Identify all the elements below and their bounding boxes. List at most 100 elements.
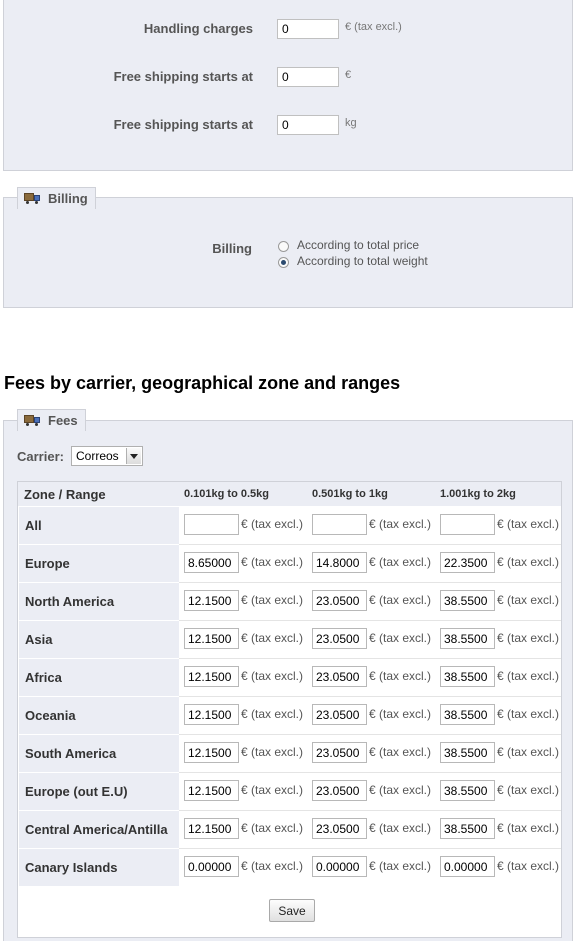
fee-input[interactable] [184,628,239,649]
fee-input[interactable] [440,590,495,611]
fee-input[interactable] [440,628,495,649]
fee-unit: € (tax excl.) [497,783,560,797]
fee-input[interactable] [184,742,239,763]
fee-unit: € (tax excl.) [241,821,304,835]
carrier-label: Carrier: [17,449,64,464]
fee-input[interactable] [440,856,495,877]
fee-input[interactable] [184,856,239,877]
zone-cell: Canary Islands [19,848,179,886]
zone-cell: Africa [19,658,179,696]
handling-charges-label: Handling charges [143,21,253,36]
fees-table: Zone / Range 0.101kg to 0.5kg 0.501kg to… [17,481,562,938]
zone-name: Europe [25,556,70,571]
save-button[interactable]: Save [269,899,315,922]
zone-name: Africa [25,670,62,685]
zone-name: Oceania [25,708,76,723]
billing-option-price-label[interactable]: According to total price [297,238,419,252]
zone-cell: South America [19,734,179,772]
fee-input[interactable] [184,704,239,725]
fee-unit: € (tax excl.) [241,669,304,683]
row-divider [179,734,561,735]
fee-input[interactable] [184,780,239,801]
fee-unit: € (tax excl.) [369,669,432,683]
fee-input[interactable] [440,666,495,687]
free-shipping-price-unit: € [345,69,352,81]
fees-section-title: Fees by carrier, geographical zone and r… [4,373,401,393]
chevron-down-icon[interactable] [126,448,141,464]
fee-input[interactable] [440,552,495,573]
billing-option-weight-radio[interactable] [278,257,289,268]
carrier-select-value: Correos [76,449,119,463]
fee-input[interactable] [312,666,367,687]
fee-input[interactable] [440,514,495,535]
fee-input[interactable] [312,704,367,725]
fee-unit: € (tax excl.) [241,783,304,797]
fee-unit: € (tax excl.) [497,669,560,683]
fee-unit: € (tax excl.) [241,631,304,645]
row-divider [179,848,561,849]
billing-legend: Billing [17,187,96,209]
free-shipping-price-input[interactable] [277,67,339,87]
free-shipping-weight-input[interactable] [277,115,339,135]
row-divider [179,772,561,773]
header-range: 1.001kg to 2kg [440,488,516,500]
fee-unit: € (tax excl.) [241,555,304,569]
row-divider [179,696,561,697]
fee-input[interactable] [312,552,367,573]
fee-input[interactable] [312,818,367,839]
handling-charges-unit: € (tax excl.) [345,21,402,33]
billing-label: Billing [212,241,252,256]
row-divider [179,582,561,583]
fee-unit: € (tax excl.) [369,517,432,531]
truck-icon [24,193,40,205]
fee-unit: € (tax excl.) [241,745,304,759]
free-shipping-price-label: Free shipping starts at [113,69,253,84]
fee-unit: € (tax excl.) [241,707,304,721]
fee-input[interactable] [312,856,367,877]
fees-legend-label: Fees [48,413,78,428]
row-divider [179,620,561,621]
fee-unit: € (tax excl.) [241,517,304,531]
billing-option-weight-label[interactable]: According to total weight [297,254,428,268]
fee-input[interactable] [184,590,239,611]
billing-panel [3,197,573,308]
fee-unit: € (tax excl.) [241,593,304,607]
zone-cell: Oceania [19,696,179,734]
free-shipping-weight-label: Free shipping starts at [113,117,253,132]
fee-unit: € (tax excl.) [497,517,560,531]
header-range: 0.501kg to 1kg [312,488,388,500]
fee-unit: € (tax excl.) [241,859,304,873]
fee-input[interactable] [312,742,367,763]
fee-unit: € (tax excl.) [369,593,432,607]
fee-input[interactable] [184,666,239,687]
zone-name: South America [25,746,117,761]
row-divider [179,544,561,545]
header-range: 0.101kg to 0.5kg [184,488,269,500]
fee-unit: € (tax excl.) [497,745,560,759]
handling-charges-input[interactable] [277,19,339,39]
shipping-settings-panel: Handling charges € (tax excl.) Free ship… [3,0,573,171]
fee-unit: € (tax excl.) [497,631,560,645]
fee-input[interactable] [440,742,495,763]
carrier-select[interactable]: Correos [71,446,143,466]
fee-input[interactable] [184,514,239,535]
zone-cell: All [19,506,179,544]
fee-unit: € (tax excl.) [369,555,432,569]
fee-input[interactable] [312,780,367,801]
header-zone-range: Zone / Range [24,487,106,502]
fee-unit: € (tax excl.) [497,593,560,607]
billing-option-price-radio[interactable] [278,241,289,252]
fee-input[interactable] [184,552,239,573]
fee-input[interactable] [312,628,367,649]
fee-input[interactable] [440,780,495,801]
fee-unit: € (tax excl.) [369,631,432,645]
fee-unit: € (tax excl.) [497,821,560,835]
zone-name: Asia [25,632,53,647]
fee-input[interactable] [440,818,495,839]
fee-unit: € (tax excl.) [369,745,432,759]
fee-input[interactable] [440,704,495,725]
fee-input[interactable] [184,818,239,839]
fee-input[interactable] [312,590,367,611]
fee-input[interactable] [312,514,367,535]
free-shipping-weight-unit: kg [345,117,357,129]
